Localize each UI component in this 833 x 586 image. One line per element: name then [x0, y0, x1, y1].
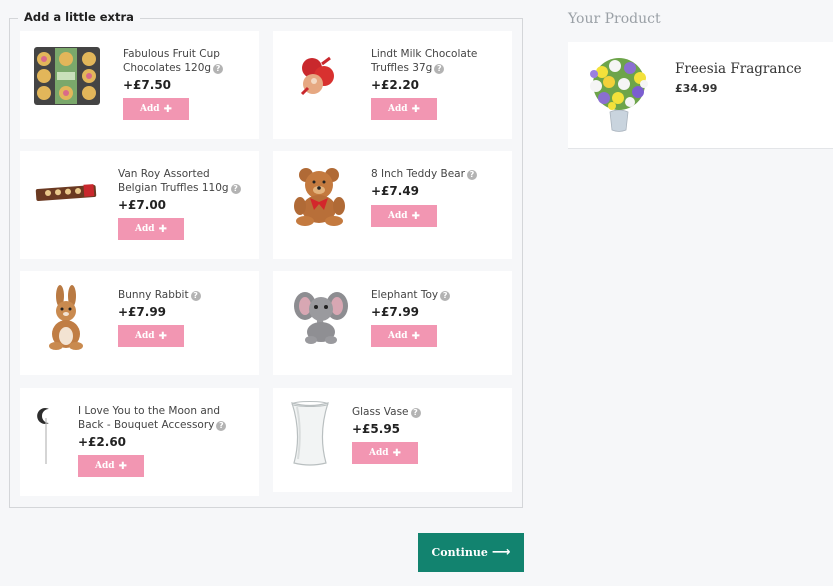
add-teddy-bear-button[interactable]: Add ✚ — [371, 205, 437, 227]
extra-item-van-roy-truffles: Van Roy Assorted Belgian Truffles 110g? … — [20, 151, 259, 259]
plus-icon: ✚ — [163, 103, 172, 115]
add-lindt-truffles-button[interactable]: Add ✚ — [371, 98, 437, 120]
add-fruit-cup-chocolates-button[interactable]: Add ✚ — [123, 98, 189, 120]
arrow-right-icon: ⟶ — [491, 545, 511, 560]
add-van-roy-truffles-button[interactable]: Add ✚ — [118, 218, 184, 240]
extra-item-elephant-toy: Elephant Toy? +£7.99 Add ✚ — [273, 271, 512, 375]
extra-item-price: +£2.20 — [371, 78, 420, 92]
product-name: Freesia Fragrance — [675, 61, 802, 77]
bunny-rabbit-image — [46, 283, 86, 351]
extra-item-price: +£7.00 — [118, 198, 167, 212]
extra-item-moon-bouquet-accessory: I Love You to the Moon and Back - Bouque… — [20, 388, 259, 496]
elephant-toy-image — [293, 287, 349, 345]
lindt-truffles-image — [298, 53, 338, 99]
help-icon[interactable]: ? — [213, 64, 224, 74]
extra-item-name: Glass Vase? — [352, 405, 477, 419]
moon-accessory-image — [36, 406, 56, 466]
your-product-title: Your Product — [568, 11, 661, 27]
help-icon[interactable]: ? — [410, 408, 421, 418]
glass-vase-image — [287, 400, 333, 468]
van-roy-truffles-image — [33, 181, 99, 205]
plus-icon: ✚ — [118, 460, 127, 472]
help-icon[interactable]: ? — [190, 291, 201, 301]
extra-item-teddy-bear: 8 Inch Teddy Bear? +£7.49 Add ✚ — [273, 151, 512, 259]
extra-item-price: +£7.99 — [118, 305, 167, 319]
plus-icon: ✚ — [158, 330, 167, 342]
help-icon[interactable]: ? — [216, 421, 227, 431]
extra-item-price: +£7.99 — [371, 305, 420, 319]
extra-item-name: 8 Inch Teddy Bear? — [371, 167, 496, 181]
extra-item-price: +£5.95 — [352, 422, 401, 436]
extra-item-price: +£2.60 — [78, 435, 127, 449]
plus-icon: ✚ — [158, 223, 167, 235]
teddy-bear-image — [287, 165, 353, 227]
extra-item-glass-vase: Glass Vase? +£5.95 Add ✚ — [273, 388, 512, 492]
extra-item-name: Van Roy Assorted Belgian Truffles 110g? — [118, 167, 243, 195]
add-elephant-toy-button[interactable]: Add ✚ — [371, 325, 437, 347]
add-bunny-rabbit-button[interactable]: Add ✚ — [118, 325, 184, 347]
extra-item-name: Fabulous Fruit Cup Chocolates 120g? — [123, 47, 238, 75]
plus-icon: ✚ — [411, 210, 420, 222]
extra-item-lindt-truffles: Lindt Milk Chocolate Truffles 37g? +£2.2… — [273, 31, 512, 139]
extras-legend: Add a little extra — [18, 10, 140, 24]
fruit-cup-chocolates-image — [32, 45, 102, 107]
extra-item-price: +£7.50 — [123, 78, 172, 92]
add-glass-vase-button[interactable]: Add ✚ — [352, 442, 418, 464]
add-moon-bouquet-accessory-button[interactable]: Add ✚ — [78, 455, 144, 477]
help-icon[interactable]: ? — [466, 170, 477, 180]
plus-icon: ✚ — [411, 330, 420, 342]
help-icon[interactable]: ? — [440, 291, 451, 301]
extra-item-name: Lindt Milk Chocolate Truffles 37g? — [371, 48, 478, 74]
your-product-card: Freesia Fragrance £34.99 — [568, 42, 833, 149]
continue-button[interactable]: Continue ⟶ — [418, 533, 524, 572]
help-icon[interactable]: ? — [434, 64, 445, 74]
help-icon[interactable]: ? — [230, 184, 241, 194]
extra-item-name: Bunny Rabbit? — [118, 288, 243, 302]
plus-icon: ✚ — [392, 447, 401, 459]
product-price: £34.99 — [675, 82, 718, 95]
freesia-bouquet-image — [582, 54, 656, 134]
extra-item-name: Elephant Toy? — [371, 288, 496, 302]
plus-icon: ✚ — [411, 103, 420, 115]
extra-item-fruit-cup-chocolates: Fabulous Fruit Cup Chocolates 120g? +£7.… — [20, 31, 259, 139]
extra-item-bunny-rabbit: Bunny Rabbit? +£7.99 Add ✚ — [20, 271, 259, 375]
extra-item-price: +£7.49 — [371, 184, 420, 198]
extra-item-name: I Love You to the Moon and Back - Bouque… — [78, 404, 248, 432]
